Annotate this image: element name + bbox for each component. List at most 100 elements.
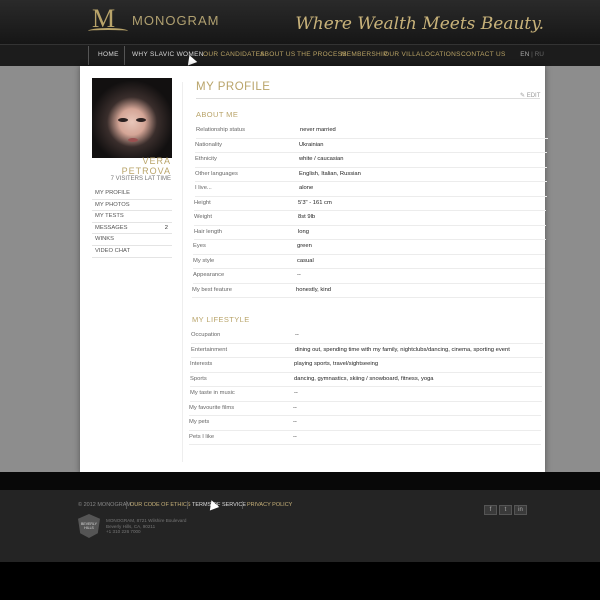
row-label: Appearance xyxy=(193,272,225,278)
row-value: long xyxy=(298,228,309,235)
side-item-label: VIDEO CHAT xyxy=(95,247,130,254)
row-label: Entertainment xyxy=(191,346,228,353)
side-item-my-tests[interactable]: MY TESTS xyxy=(92,211,172,223)
beverly-hills-badge: BEVERLY HILLS xyxy=(78,514,100,538)
linkedin-icon[interactable]: in xyxy=(514,505,527,515)
lifestyle-row: Interests playing sports, travel/sightsee… xyxy=(190,358,542,373)
footer-shadow-strip xyxy=(0,472,600,490)
logo-swoosh xyxy=(88,28,128,34)
row-value: honestly, kind xyxy=(296,286,332,293)
row-value: green xyxy=(297,243,312,249)
row-label: My favourite films xyxy=(189,404,235,411)
lang-ru[interactable]: RU xyxy=(535,51,544,58)
side-item-label: MY TESTS xyxy=(95,213,124,220)
row-label: My pets xyxy=(189,419,210,425)
row-label: Height xyxy=(194,199,211,206)
row-label: Sports xyxy=(190,375,207,382)
profile-panel: VERA PETROVA 7 VISITERS LAT TIME MY PROF… xyxy=(80,66,548,474)
lifestyle-row: My taste in music -- xyxy=(190,387,542,402)
row-label: I live... xyxy=(195,185,212,191)
copyright-text: © 2012 MONOGRAM xyxy=(78,502,131,508)
profile-row: Hair length long xyxy=(194,226,546,240)
row-value: -- xyxy=(293,419,297,425)
row-value: Ukrainian xyxy=(299,141,324,148)
profile-row: Nationality Ukrainian xyxy=(195,139,547,153)
logo-text[interactable]: MONOGRAM xyxy=(132,13,219,28)
row-value: -- xyxy=(294,390,298,396)
profile-photo[interactable] xyxy=(92,78,172,158)
lifestyle-row: Entertainment dining out, spending time w… xyxy=(191,344,543,358)
language-switcher: EN | RU xyxy=(520,51,544,58)
row-value: alone xyxy=(299,185,314,191)
row-value: casual xyxy=(297,257,314,264)
badge-text: BEVERLY HILLS xyxy=(81,522,97,530)
row-value: English, Italian, Russian xyxy=(299,170,361,177)
facebook-icon[interactable]: f xyxy=(484,505,497,515)
row-value: playing sports, travel/sightseeing xyxy=(294,361,379,367)
row-label: Ethnicity xyxy=(195,156,217,162)
profile-last-name: PETROVA xyxy=(121,166,171,176)
profile-row: Weight 8st 9lb xyxy=(194,211,546,226)
row-label: Hair length xyxy=(194,228,223,235)
side-item-my-profile[interactable]: MY PROFILE xyxy=(92,188,172,200)
profile-row: My style casual xyxy=(193,255,545,269)
lifestyle-row: My pets -- xyxy=(189,416,541,431)
side-item-messages[interactable]: MESSAGES 2 xyxy=(92,223,172,235)
side-item-label: WINKS xyxy=(95,236,115,243)
lifestyle-row: Sports dancing, gymnastics, skiing / snow… xyxy=(190,373,542,387)
row-value: -- xyxy=(297,272,301,278)
page-title: MY PROFILE xyxy=(196,81,271,93)
row-label: Pets I like xyxy=(189,433,215,440)
row-value: -- xyxy=(295,332,299,338)
row-label: My style xyxy=(193,257,215,264)
nav-contact-us[interactable]: CONTACT US xyxy=(461,51,506,58)
profile-first-name: VERA xyxy=(142,156,171,166)
site-footer: © 2012 MONOGRAM OUR CODE OF ETHICS TERMS… xyxy=(0,490,600,562)
nav-about-us[interactable]: ABOUT US xyxy=(260,51,296,58)
profile-row: Eyes green xyxy=(193,240,545,255)
row-label: Interests xyxy=(190,361,213,367)
lang-en[interactable]: EN xyxy=(520,51,529,58)
photo-eye-left xyxy=(118,118,128,122)
footer-link-code-of-ethics[interactable]: OUR CODE OF ETHICS xyxy=(130,502,191,508)
nav-home-highlight xyxy=(88,46,125,65)
row-value: dancing, gymnastics, skiing / snowboard,… xyxy=(294,375,434,382)
nav-our-candidates[interactable]: OUR CANDIDATES xyxy=(203,51,265,58)
row-value: 5'3" - 161 cm xyxy=(298,199,332,206)
right-background-band xyxy=(545,66,600,472)
title-underline xyxy=(196,98,540,99)
photo-lips xyxy=(128,138,138,142)
address-line: MONOGRAM, 8721 Wilshire Boulevard xyxy=(106,518,187,523)
row-value: -- xyxy=(293,404,297,411)
profile-row: Ethnicity white / caucasian xyxy=(195,153,547,168)
footer-address: MONOGRAM, 8721 Wilshire Boulevard Beverl… xyxy=(106,518,186,535)
visitors-count: 7 VISITERS LAT TIME xyxy=(110,176,171,182)
nav-the-process[interactable]: THE PROCESS xyxy=(297,51,347,58)
nav-membership[interactable]: MEMBERSHIP xyxy=(341,51,388,58)
lifestyle-row: My favourite films -- xyxy=(189,402,541,416)
row-label: Other languages xyxy=(195,170,238,177)
nav-our-villa[interactable]: OUR VILLA xyxy=(384,51,421,58)
bottom-black-strip xyxy=(0,562,600,600)
profile-row: Other languages English, Italian, Russian xyxy=(195,168,547,182)
side-item-my-photos[interactable]: MY PHOTOS xyxy=(92,200,172,212)
address-line: +1 310 226 7000 xyxy=(106,529,141,535)
row-label: Relationship status xyxy=(196,127,245,133)
footer-separator xyxy=(126,501,127,509)
about-me-heading: ABOUT ME xyxy=(196,110,239,119)
profile-row: Height 5'3" - 161 cm xyxy=(194,197,546,211)
row-label: My best feature xyxy=(192,286,232,293)
lifestyle-row: Pets I like -- xyxy=(189,431,541,445)
photo-eye-right xyxy=(136,118,146,122)
my-lifestyle-heading: MY LIFESTYLE xyxy=(192,315,250,324)
side-item-video-chat[interactable]: VIDEO CHAT xyxy=(92,246,172,258)
profile-row: Appearance -- xyxy=(193,269,545,284)
row-label: Nationality xyxy=(195,141,223,148)
row-value: dining out, spending time with my family… xyxy=(295,346,510,353)
row-label: Eyes xyxy=(193,243,206,249)
footer-link-privacy[interactable]: PRIVACY POLICY xyxy=(247,502,292,508)
row-label: My taste in music xyxy=(190,390,235,396)
nav-locations[interactable]: LOCATIONS xyxy=(421,51,461,58)
twitter-icon[interactable]: t xyxy=(499,505,512,515)
side-item-winks[interactable]: WINKS xyxy=(92,234,172,246)
